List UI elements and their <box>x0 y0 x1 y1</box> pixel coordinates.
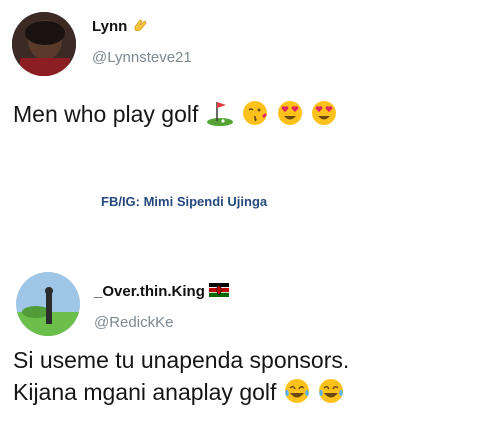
tweet-text-line-2: Kijana mgani anaplay golf <box>13 379 277 406</box>
golf-flag-icon <box>205 99 235 133</box>
kenya-flag-icon <box>209 283 230 301</box>
tears-of-joy-icon <box>317 377 345 411</box>
heart-eyes-icon <box>276 99 304 133</box>
face-blowing-kiss-icon <box>241 99 269 133</box>
user-handle[interactable]: @RedickKe <box>94 314 173 331</box>
profile-photo-icon <box>16 272 80 336</box>
credit-watermark: FB/IG: Mimi Sipendi Ujinga <box>101 194 268 209</box>
display-name[interactable]: Lynn <box>92 18 127 35</box>
avatar[interactable] <box>12 12 76 76</box>
display-name[interactable]: _Over.thin.King <box>94 283 205 300</box>
tweet-text: Men who play golf <box>13 101 199 128</box>
tweet-text-line-1: Si useme tu unapenda sponsors. <box>13 347 350 373</box>
profile-photo-icon <box>12 12 76 76</box>
heart-eyes-icon <box>310 99 338 133</box>
waving-hand-icon <box>131 16 149 38</box>
avatar[interactable] <box>16 272 80 336</box>
user-handle[interactable]: @Lynnsteve21 <box>92 49 192 66</box>
tears-of-joy-icon <box>283 377 311 411</box>
